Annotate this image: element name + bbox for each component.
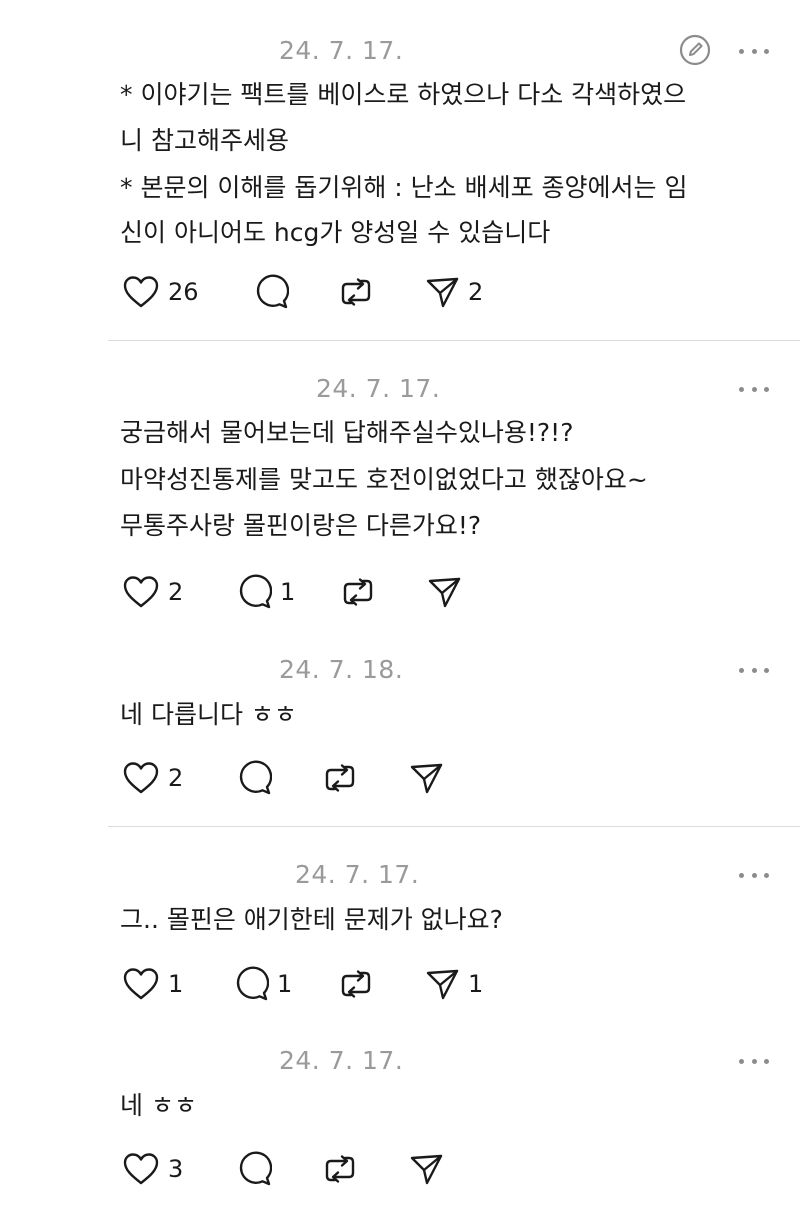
post-3-date: 24. 7. 18. bbox=[279, 655, 404, 684]
like-count: 1 bbox=[168, 970, 184, 998]
post-4-date: 24. 7. 17. bbox=[295, 860, 420, 889]
reply-count: 1 bbox=[277, 970, 293, 998]
divider bbox=[108, 340, 800, 341]
like-count: 2 bbox=[168, 764, 184, 792]
send-icon bbox=[426, 969, 459, 1000]
send-icon bbox=[426, 277, 459, 308]
post-1-line-4: 신이 아니어도 hcg가 양성일 수 있습니다 bbox=[120, 218, 551, 247]
speech-bubble-icon bbox=[239, 574, 272, 609]
speech-bubble-icon bbox=[256, 274, 289, 309]
speech-bubble-icon bbox=[236, 966, 269, 1001]
share-button[interactable]: 1 bbox=[424, 964, 483, 1004]
reply-count: 1 bbox=[280, 578, 296, 606]
more-horizontal-icon[interactable] bbox=[739, 1057, 769, 1065]
like-button[interactable]: 1 bbox=[122, 964, 183, 1004]
repost-button[interactable] bbox=[338, 964, 382, 1004]
heart-icon bbox=[123, 1153, 159, 1185]
like-button[interactable]: 2 bbox=[122, 572, 183, 612]
reply-button[interactable] bbox=[253, 272, 297, 312]
edit-icon[interactable] bbox=[678, 33, 712, 67]
repost-icon bbox=[343, 578, 373, 606]
share-button[interactable] bbox=[408, 758, 452, 798]
speech-bubble-icon bbox=[239, 760, 272, 795]
repost-icon bbox=[325, 764, 355, 792]
repost-icon bbox=[325, 1155, 355, 1183]
post-5-line-1: 네 ㅎㅎ bbox=[120, 1091, 197, 1120]
share-count: 2 bbox=[468, 278, 484, 306]
divider bbox=[108, 826, 800, 827]
share-button[interactable] bbox=[408, 1149, 452, 1189]
repost-icon bbox=[341, 970, 371, 998]
more-horizontal-icon[interactable] bbox=[739, 871, 769, 879]
more-horizontal-icon[interactable] bbox=[739, 47, 769, 55]
post-2-line-1: 궁금해서 물어보는데 답해주실수있나용!?!? bbox=[120, 418, 574, 447]
like-button[interactable]: 2 bbox=[122, 758, 183, 798]
like-button[interactable]: 3 bbox=[122, 1149, 183, 1189]
reply-button[interactable]: 1 bbox=[236, 572, 295, 612]
send-icon bbox=[428, 577, 461, 608]
reply-button[interactable] bbox=[236, 1149, 280, 1189]
repost-button[interactable] bbox=[322, 1149, 366, 1189]
post-3-line-1: 네 다릅니다 ㅎㅎ bbox=[120, 700, 297, 729]
heart-icon bbox=[123, 276, 159, 308]
share-button[interactable]: 2 bbox=[424, 272, 483, 312]
like-count: 2 bbox=[168, 578, 184, 606]
like-button[interactable]: 26 bbox=[122, 272, 199, 312]
send-icon bbox=[410, 1154, 443, 1185]
like-count: 3 bbox=[168, 1155, 184, 1183]
post-1-date: 24. 7. 17. bbox=[279, 36, 404, 65]
heart-icon bbox=[123, 762, 159, 794]
post-4-line-1: 그.. 몰핀은 애기한테 문제가 없나요? bbox=[120, 905, 503, 934]
post-2-line-2: 마약성진통제를 맞고도 호전이없었다고 했잖아요~ bbox=[120, 465, 648, 494]
share-count: 1 bbox=[468, 970, 484, 998]
repost-button[interactable] bbox=[338, 272, 382, 312]
repost-icon bbox=[341, 278, 371, 306]
more-horizontal-icon[interactable] bbox=[739, 666, 769, 674]
post-1-line-3: * 본문의 이해를 돕기위해 : 난소 배세포 종양에서는 임 bbox=[120, 173, 688, 202]
like-count: 26 bbox=[168, 278, 199, 306]
send-icon bbox=[410, 763, 443, 794]
heart-icon bbox=[123, 576, 159, 608]
more-horizontal-icon[interactable] bbox=[739, 385, 769, 393]
post-1-line-2: 니 참고해주세용 bbox=[120, 126, 289, 155]
reply-button[interactable] bbox=[236, 758, 280, 798]
post-2-line-3: 무통주사랑 몰핀이랑은 다른가요!? bbox=[120, 511, 482, 540]
speech-bubble-icon bbox=[239, 1151, 272, 1186]
repost-button[interactable] bbox=[340, 572, 384, 612]
repost-button[interactable] bbox=[322, 758, 366, 798]
post-2-date: 24. 7. 17. bbox=[316, 374, 441, 403]
share-button[interactable] bbox=[426, 572, 470, 612]
reply-button[interactable]: 1 bbox=[233, 964, 292, 1004]
post-5-date: 24. 7. 17. bbox=[279, 1046, 404, 1075]
heart-icon bbox=[123, 968, 159, 1000]
post-1-line-1: * 이야기는 팩트를 베이스로 하였으나 다소 각색하였으 bbox=[120, 80, 687, 109]
